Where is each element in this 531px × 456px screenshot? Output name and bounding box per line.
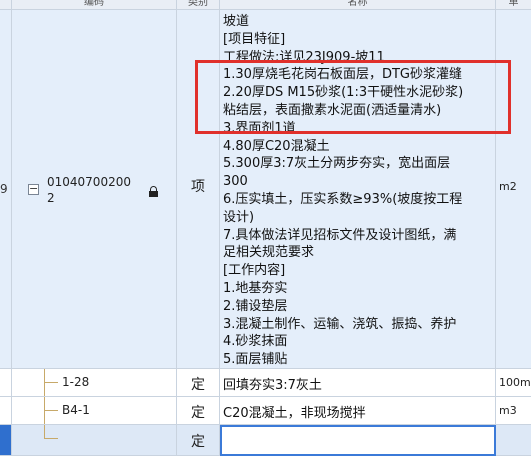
- sub-code: 1-28: [62, 375, 90, 389]
- header-name[interactable]: 名称: [220, 0, 496, 10]
- code-cell[interactable]: − 01040700200 2: [12, 10, 177, 369]
- sub-name: C20混凝土，非现场搅拌: [223, 406, 366, 421]
- row-number-cell: 9: [0, 10, 12, 369]
- unit-cell[interactable]: [496, 425, 531, 456]
- lock-icon: [149, 186, 158, 197]
- code-cell[interactable]: B4-1: [12, 397, 177, 425]
- sub-code: B4-1: [62, 403, 90, 417]
- table-row[interactable]: 9 − 01040700200 2 项 坡道 [项目特征] 工程做法:详见23J…: [0, 10, 531, 369]
- row-number: 9: [0, 182, 8, 196]
- item-unit: m2: [499, 180, 517, 193]
- table-header: 编码 类别 名称 单: [0, 0, 531, 10]
- header-unit[interactable]: 单: [496, 0, 531, 10]
- collapse-toggle-icon[interactable]: −: [28, 183, 39, 195]
- table-row[interactable]: B4-1 定 C20混凝土，非现场搅拌 m3: [0, 397, 531, 425]
- sub-unit: 100m3: [499, 376, 531, 389]
- header-rownum: [0, 0, 12, 10]
- code-cell[interactable]: [12, 425, 177, 456]
- table-row[interactable]: 1-28 定 回填夯实3:7灰土 100m3: [0, 369, 531, 397]
- name-cell[interactable]: 回填夯实3:7灰土: [220, 369, 496, 397]
- description-cell[interactable]: 坡道 [项目特征] 工程做法:详见23J909-坡11 1.30厚烧毛花岗石板面…: [220, 10, 496, 369]
- header-code[interactable]: 编码: [12, 0, 177, 10]
- sub-type: 定: [191, 434, 205, 450]
- type-cell[interactable]: 定: [177, 425, 220, 456]
- sub-type: 定: [191, 377, 205, 393]
- unit-cell[interactable]: m2: [496, 10, 531, 369]
- unit-cell[interactable]: 100m3: [496, 369, 531, 397]
- name-cell[interactable]: C20混凝土，非现场搅拌: [220, 397, 496, 425]
- item-type: 项: [191, 179, 205, 195]
- table-row-selected[interactable]: 定: [0, 425, 531, 456]
- header-type[interactable]: 类别: [177, 0, 220, 10]
- sub-unit: m3: [499, 404, 517, 417]
- unit-cell[interactable]: m3: [496, 397, 531, 425]
- quantity-table: 编码 类别 名称 单 9 − 01040700200 2 项 坡道 [项目特征]…: [0, 0, 531, 456]
- row-selector[interactable]: [0, 425, 12, 456]
- item-code: 01040700200 2: [47, 175, 131, 205]
- type-cell[interactable]: 定: [177, 369, 220, 397]
- sub-name: 回填夯实3:7灰土: [223, 378, 322, 393]
- name-input-cell[interactable]: [220, 425, 496, 456]
- item-description: 坡道 [项目特征] 工程做法:详见23J909-坡11 1.30厚烧毛花岗石板面…: [223, 14, 464, 368]
- type-cell[interactable]: 定: [177, 397, 220, 425]
- code-cell[interactable]: 1-28: [12, 369, 177, 397]
- type-cell[interactable]: 项: [177, 10, 220, 369]
- sub-type: 定: [191, 405, 205, 421]
